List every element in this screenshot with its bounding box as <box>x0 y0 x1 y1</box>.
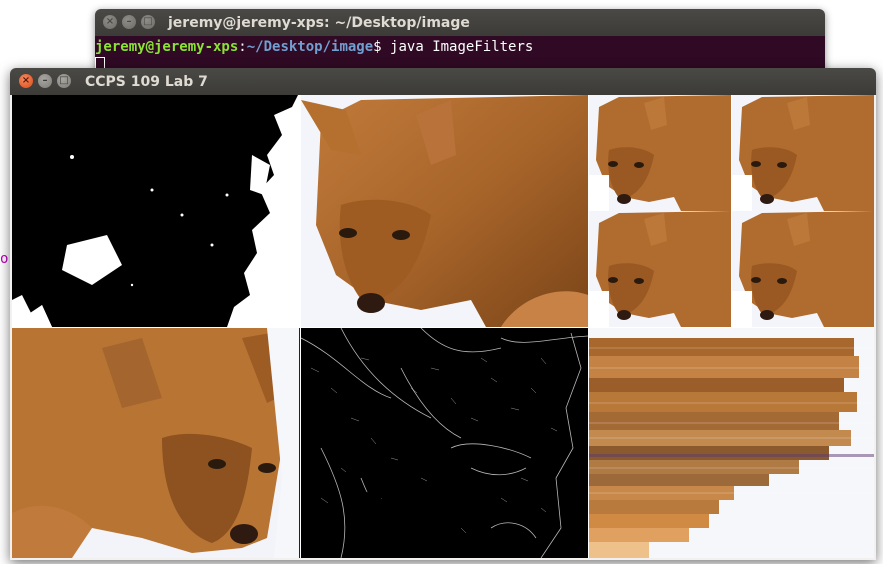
app-title: CCPS 109 Lab 7 <box>85 73 208 90</box>
terminal-title: jeremy@jeremy-xps: ~/Desktop/image <box>168 14 470 31</box>
close-icon[interactable]: × <box>103 15 117 29</box>
terminal-prompt-line: jeremy@jeremy-xps:~/Desktop/image$ java … <box>95 39 825 55</box>
terminal-command: java ImageFilters <box>390 39 534 55</box>
background-text-fragment: o <box>0 251 9 267</box>
prompt-user: jeremy@jeremy-xps <box>95 39 239 55</box>
zoomed-coyote-image <box>12 328 300 558</box>
threshold-image <box>12 95 299 327</box>
close-icon[interactable]: × <box>19 74 33 88</box>
app-titlebar[interactable]: × – □ CCPS 109 Lab 7 <box>10 68 876 95</box>
prompt-path: ~/Desktop/image <box>246 39 374 55</box>
prompt-separator: : <box>238 39 247 55</box>
minimize-icon[interactable]: – <box>122 15 136 29</box>
smear-image <box>589 328 874 558</box>
maximize-icon[interactable]: □ <box>57 74 71 88</box>
app-window[interactable]: × – □ CCPS 109 Lab 7 <box>10 68 876 560</box>
prompt-symbol: $ <box>373 39 382 55</box>
minimize-icon[interactable]: – <box>38 74 52 88</box>
edge-detect-image <box>301 328 588 558</box>
maximize-icon[interactable]: □ <box>141 15 155 29</box>
image-grid <box>12 95 874 558</box>
terminal-titlebar[interactable]: × – □ jeremy@jeremy-xps: ~/Desktop/image <box>95 9 825 36</box>
tiled-coyote-image <box>589 95 874 327</box>
original-coyote-image <box>301 95 588 327</box>
